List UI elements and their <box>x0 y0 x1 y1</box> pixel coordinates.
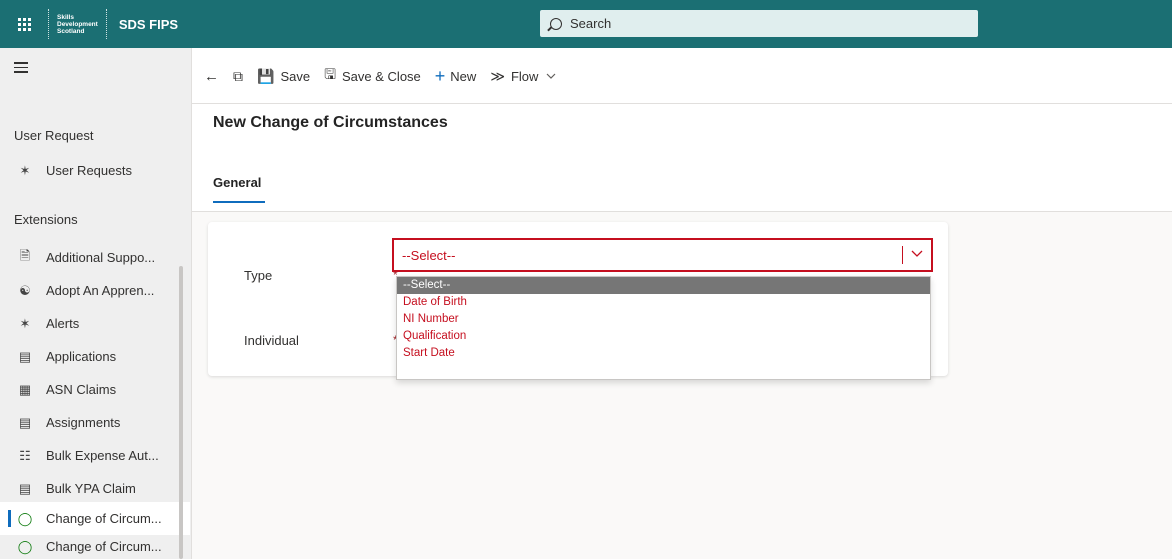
sidebar-item-user-requests[interactable]: ✶ User Requests <box>0 154 190 187</box>
back-arrow-icon: ← <box>204 67 219 85</box>
sidebar-item-label: Additional Suppo... <box>46 250 156 265</box>
flow-label: Flow <box>510 68 539 84</box>
dropdown-option[interactable]: Start Date <box>397 345 930 362</box>
sidebar-item-bulk-expense[interactable]: ☷ Bulk Expense Aut... <box>0 439 190 472</box>
dropdown-option[interactable]: Qualification <box>397 328 930 345</box>
bulk-icon: ☷ <box>19 447 31 463</box>
logo-line-1: Skills <box>57 13 74 21</box>
type-select[interactable]: --Select-- <box>392 238 933 272</box>
save-label: Save <box>280 68 311 84</box>
sidebar-item-label: Applications <box>46 349 117 364</box>
search-placeholder: Search <box>570 16 612 31</box>
nav-group-extensions: Extensions <box>14 212 78 227</box>
document-icon: 🗎 <box>19 247 31 263</box>
command-bar: ← ⧉ 💾 Save 🖫 Save & Close + New ≫ Flow <box>192 48 1172 104</box>
save-close-label: Save & Close <box>342 68 421 84</box>
logo-line-3: Scotland <box>57 27 85 35</box>
sidebar-item-label: Adopt An Appren... <box>46 283 155 298</box>
sidebar: User Request ✶ User Requests Extensions … <box>0 48 192 559</box>
select-divider <box>902 246 903 264</box>
sidebar-item-label: Bulk YPA Claim <box>46 481 136 496</box>
sidebar-item-label: Change of Circum... <box>46 511 162 526</box>
flow-button[interactable]: ≫ Flow <box>483 62 564 90</box>
dropdown-option[interactable]: Date of Birth <box>397 294 930 311</box>
page-icon: ▤ <box>18 348 32 364</box>
sidebar-scrollbar[interactable] <box>179 266 183 559</box>
new-label: New <box>450 68 477 84</box>
claims-icon: ▦ <box>18 381 32 397</box>
sidebar-item-alerts[interactable]: ✶ Alerts <box>0 307 190 340</box>
back-button[interactable]: ← <box>192 62 226 90</box>
popout-icon: ⧉ <box>233 67 243 84</box>
page-title: New Change of Circumstances <box>213 114 448 131</box>
check-circle-icon: ◯ <box>17 538 33 554</box>
sidebar-item-label: Assignments <box>46 415 121 430</box>
sidebar-item-label: Bulk Expense Aut... <box>46 448 159 463</box>
logo-line-2: Development <box>57 20 98 28</box>
sidebar-item-asn-claims[interactable]: ▦ ASN Claims <box>0 373 190 406</box>
search-input[interactable]: Search <box>540 10 978 37</box>
puzzle-icon: ✶ <box>19 315 31 331</box>
type-dropdown-list: --Select-- Date of Birth NI Number Quali… <box>396 276 931 380</box>
sidebar-item-additional-support[interactable]: 🗎 Additional Suppo... <box>0 241 190 274</box>
save-close-icon: 🖫 <box>324 66 337 82</box>
list-icon: ▤ <box>18 480 32 496</box>
search-icon <box>550 17 562 30</box>
type-select-value: --Select-- <box>402 247 456 263</box>
sidebar-item-assignments[interactable]: ▤ Assignments <box>0 406 190 439</box>
sidebar-item-label: Change of Circum... <box>46 539 162 554</box>
apprentice-icon: ☯ <box>19 282 31 298</box>
flow-icon: ≫ <box>490 67 505 84</box>
sidebar-item-label: User Requests <box>46 163 132 178</box>
plus-icon: + <box>434 65 446 86</box>
sidebar-item-label: Alerts <box>46 316 80 331</box>
sidebar-item-label: ASN Claims <box>46 382 117 397</box>
app-launcher-button[interactable] <box>0 0 48 48</box>
tab-general[interactable]: General <box>213 175 261 190</box>
list-icon: ▤ <box>18 414 32 430</box>
save-button[interactable]: 💾 Save <box>250 62 317 90</box>
top-bar: Skills Development Scotland SDS FIPS Sea… <box>0 0 1172 48</box>
nav-group-user-request: User Request <box>14 128 94 143</box>
waffle-icon <box>17 17 31 31</box>
new-button[interactable]: + New <box>428 62 484 90</box>
chevron-down-icon <box>546 73 556 79</box>
dropdown-option[interactable]: --Select-- <box>397 277 930 294</box>
type-field-label: Type <box>244 268 273 283</box>
open-in-new-window-button[interactable]: ⧉ <box>226 62 250 90</box>
tab-indicator <box>213 201 265 203</box>
check-circle-icon: ◯ <box>17 510 33 526</box>
sidebar-item-applications[interactable]: ▤ Applications <box>0 340 190 373</box>
sds-logo: Skills Development Scotland <box>48 9 107 39</box>
hamburger-menu-icon[interactable] <box>14 62 28 76</box>
app-title[interactable]: SDS FIPS <box>119 17 178 32</box>
sidebar-item-change-of-circumstances-2[interactable]: ◯ Change of Circum... <box>0 530 190 559</box>
save-icon: 💾 <box>257 67 275 84</box>
individual-field-label: Individual <box>244 333 299 348</box>
save-close-button[interactable]: 🖫 Save & Close <box>317 62 428 90</box>
sidebar-item-adopt-an-apprentice[interactable]: ☯ Adopt An Appren... <box>0 274 190 307</box>
sidebar-item-bulk-ypa-claim[interactable]: ▤ Bulk YPA Claim <box>0 472 190 505</box>
dropdown-option[interactable]: NI Number <box>397 311 930 328</box>
puzzle-icon: ✶ <box>19 162 31 178</box>
form-header: New Change of Circumstances General <box>192 104 1172 212</box>
chevron-down-icon <box>911 250 923 257</box>
